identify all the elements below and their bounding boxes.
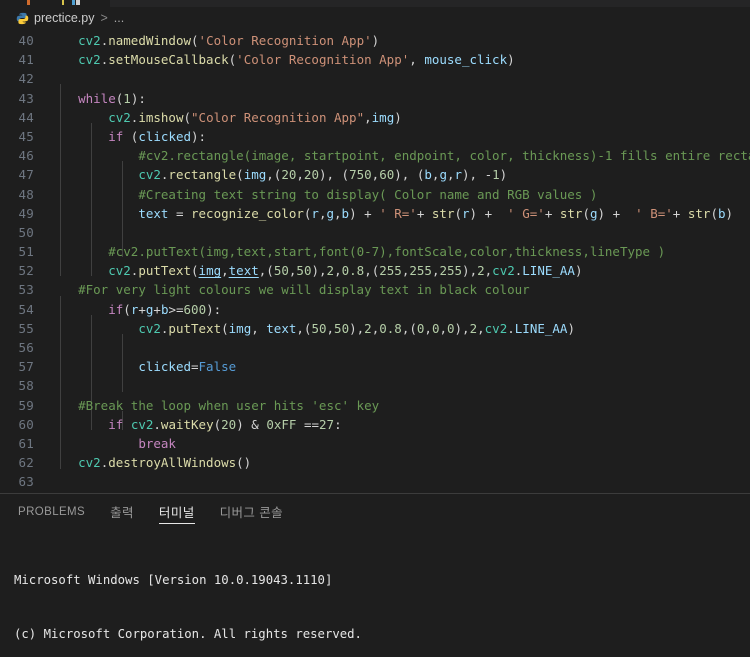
line-content[interactable] [48, 223, 750, 242]
code-line[interactable]: 43 while(1): [0, 89, 750, 108]
line-content[interactable]: cv2.rectangle(img,(20,20), (750,60), (b,… [48, 165, 750, 184]
line-number: 46 [18, 148, 34, 164]
line-number: 47 [18, 167, 34, 183]
line-content[interactable] [48, 492, 750, 494]
editor-tab-strip[interactable] [0, 0, 750, 7]
code-line[interactable]: 52 cv2.putText(img,text,(50,50),2,0.8,(2… [0, 261, 750, 280]
line-content[interactable]: cv2.imshow("Color Recognition App",img) [48, 108, 750, 127]
line-content[interactable]: #cv2.rectangle(image, startpoint, endpoi… [48, 146, 750, 165]
line-content[interactable]: clicked=False [48, 357, 750, 376]
line-number: 45 [18, 128, 34, 144]
code-line[interactable]: 42 [0, 69, 750, 88]
code-line[interactable]: 44 cv2.imshow("Color Recognition App",im… [0, 108, 750, 127]
tab-icon-fragment [27, 0, 30, 5]
line-number: 63 [18, 474, 34, 490]
code-line[interactable]: 62 cv2.destroyAllWindows() [0, 453, 750, 472]
line-content[interactable] [48, 69, 750, 88]
line-content[interactable]: if (clicked): [48, 127, 750, 146]
terminal-output[interactable]: Microsoft Windows [Version 10.0.19043.11… [0, 529, 750, 657]
code-line[interactable]: 41 cv2.setMouseCallback('Color Recogniti… [0, 50, 750, 69]
breadcrumb-separator: > [100, 11, 108, 25]
code-line[interactable]: 53 #For very light colours we will displ… [0, 280, 750, 299]
line-content[interactable]: #cv2.putText(img,text,start,font(0-7),fo… [48, 242, 750, 261]
line-number: 51 [18, 244, 34, 260]
line-number: 52 [18, 263, 34, 279]
line-content[interactable]: cv2.setMouseCallback('Color Recognition … [48, 50, 750, 69]
terminal-line: (c) Microsoft Corporation. All rights re… [14, 627, 362, 642]
tab-debug-console[interactable]: 디버그 콘솔 [220, 494, 283, 529]
line-number: 64 [0, 492, 48, 494]
line-number: 59 [18, 397, 34, 413]
code-line[interactable]: 58 [0, 376, 750, 395]
line-number: 55 [18, 320, 34, 336]
breadcrumb[interactable]: prectice.py > ... [0, 7, 750, 29]
line-content[interactable]: text = recognize_color(r,g,b) + ' R='+ s… [48, 204, 750, 223]
line-number: 57 [18, 359, 34, 375]
line-content[interactable]: #For very light colours we will display … [48, 280, 750, 299]
tab-icon-fragment [72, 0, 75, 5]
code-line[interactable]: 46 #cv2.rectangle(image, startpoint, end… [0, 146, 750, 165]
tab-icon-fragment [76, 0, 80, 5]
breadcrumb-file-name[interactable]: prectice.py [34, 11, 94, 25]
code-line[interactable]: 54 if(r+g+b>=600): [0, 300, 750, 319]
python-file-icon [16, 12, 29, 25]
code-line[interactable]: 60 if cv2.waitKey(20) & 0xFF ==27: [0, 415, 750, 434]
code-line[interactable]: 48 #Creating text string to display( Col… [0, 185, 750, 204]
editor-tab-active[interactable] [0, 0, 110, 7]
code-line[interactable]: 49 text = recognize_color(r,g,b) + ' R='… [0, 204, 750, 223]
line-content[interactable]: cv2.putText(img,text,(50,50),2,0.8,(255,… [48, 261, 750, 280]
code-line[interactable]: 59 #Break the loop when user hits 'esc' … [0, 396, 750, 415]
line-number: 50 [18, 224, 34, 240]
code-line[interactable]: 63 [0, 472, 750, 491]
code-line[interactable]: 64 [0, 492, 750, 494]
line-content[interactable] [48, 338, 750, 357]
line-number: 53 [18, 282, 34, 298]
line-content[interactable]: break [48, 434, 750, 453]
line-number: 41 [18, 52, 34, 68]
panel-tab-bar: PROBLEMS 출력 터미널 디버그 콘솔 [0, 494, 750, 529]
line-content[interactable]: #Break the loop when user hits 'esc' key [48, 396, 750, 415]
line-number: 60 [18, 416, 34, 432]
line-number: 58 [18, 378, 34, 394]
terminal-line: Microsoft Windows [Version 10.0.19043.11… [14, 573, 333, 588]
line-content[interactable]: if cv2.waitKey(20) & 0xFF ==27: [48, 415, 750, 434]
line-number: 44 [18, 109, 34, 125]
line-content[interactable]: #Creating text string to display( Color … [48, 185, 750, 204]
line-content[interactable]: cv2.namedWindow('Color Recognition App') [48, 31, 750, 50]
line-number: 42 [18, 71, 34, 87]
tab-problems[interactable]: PROBLEMS [18, 494, 85, 529]
code-line[interactable]: 45 if (clicked): [0, 127, 750, 146]
line-number: 40 [18, 33, 34, 48]
code-line[interactable]: 47 cv2.rectangle(img,(20,20), (750,60), … [0, 165, 750, 184]
line-content[interactable]: cv2.putText(img, text,(50,50),2,0.8,(0,0… [48, 319, 750, 338]
code-line[interactable]: 56 [0, 338, 750, 357]
line-content[interactable]: while(1): [48, 89, 750, 108]
tab-terminal[interactable]: 터미널 [158, 494, 195, 529]
tab-output[interactable]: 출력 [110, 494, 134, 529]
code-line[interactable]: 57 clicked=False [0, 357, 750, 376]
code-line[interactable]: 50 [0, 223, 750, 242]
line-number: 54 [18, 301, 34, 317]
line-content[interactable] [48, 472, 750, 491]
line-number: 48 [18, 186, 34, 202]
code-line[interactable]: 61 break [0, 434, 750, 453]
line-number: 56 [18, 340, 34, 355]
code-editor[interactable]: 40 cv2.namedWindow('Color Recognition Ap… [0, 29, 750, 493]
bottom-panel: PROBLEMS 출력 터미널 디버그 콘솔 Microsoft Windows… [0, 494, 750, 657]
line-content[interactable] [48, 376, 750, 395]
code-line[interactable]: 40 cv2.namedWindow('Color Recognition Ap… [0, 31, 750, 50]
line-number: 62 [18, 455, 34, 471]
line-number: 49 [18, 205, 34, 221]
code-line[interactable]: 51 #cv2.putText(img,text,start,font(0-7)… [0, 242, 750, 261]
line-content[interactable]: if(r+g+b>=600): [48, 300, 750, 319]
code-rows: 40 cv2.namedWindow('Color Recognition Ap… [0, 29, 750, 493]
line-number: 43 [18, 90, 34, 106]
vscode-window: prectice.py > ... 40 cv2.namedWindow('Co… [0, 0, 750, 657]
line-number: 61 [18, 435, 34, 451]
breadcrumb-overflow[interactable]: ... [114, 11, 124, 25]
line-content[interactable]: cv2.destroyAllWindows() [48, 453, 750, 472]
code-line[interactable]: 55 cv2.putText(img, text,(50,50),2,0.8,(… [0, 319, 750, 338]
tab-icon-fragment [62, 0, 64, 5]
